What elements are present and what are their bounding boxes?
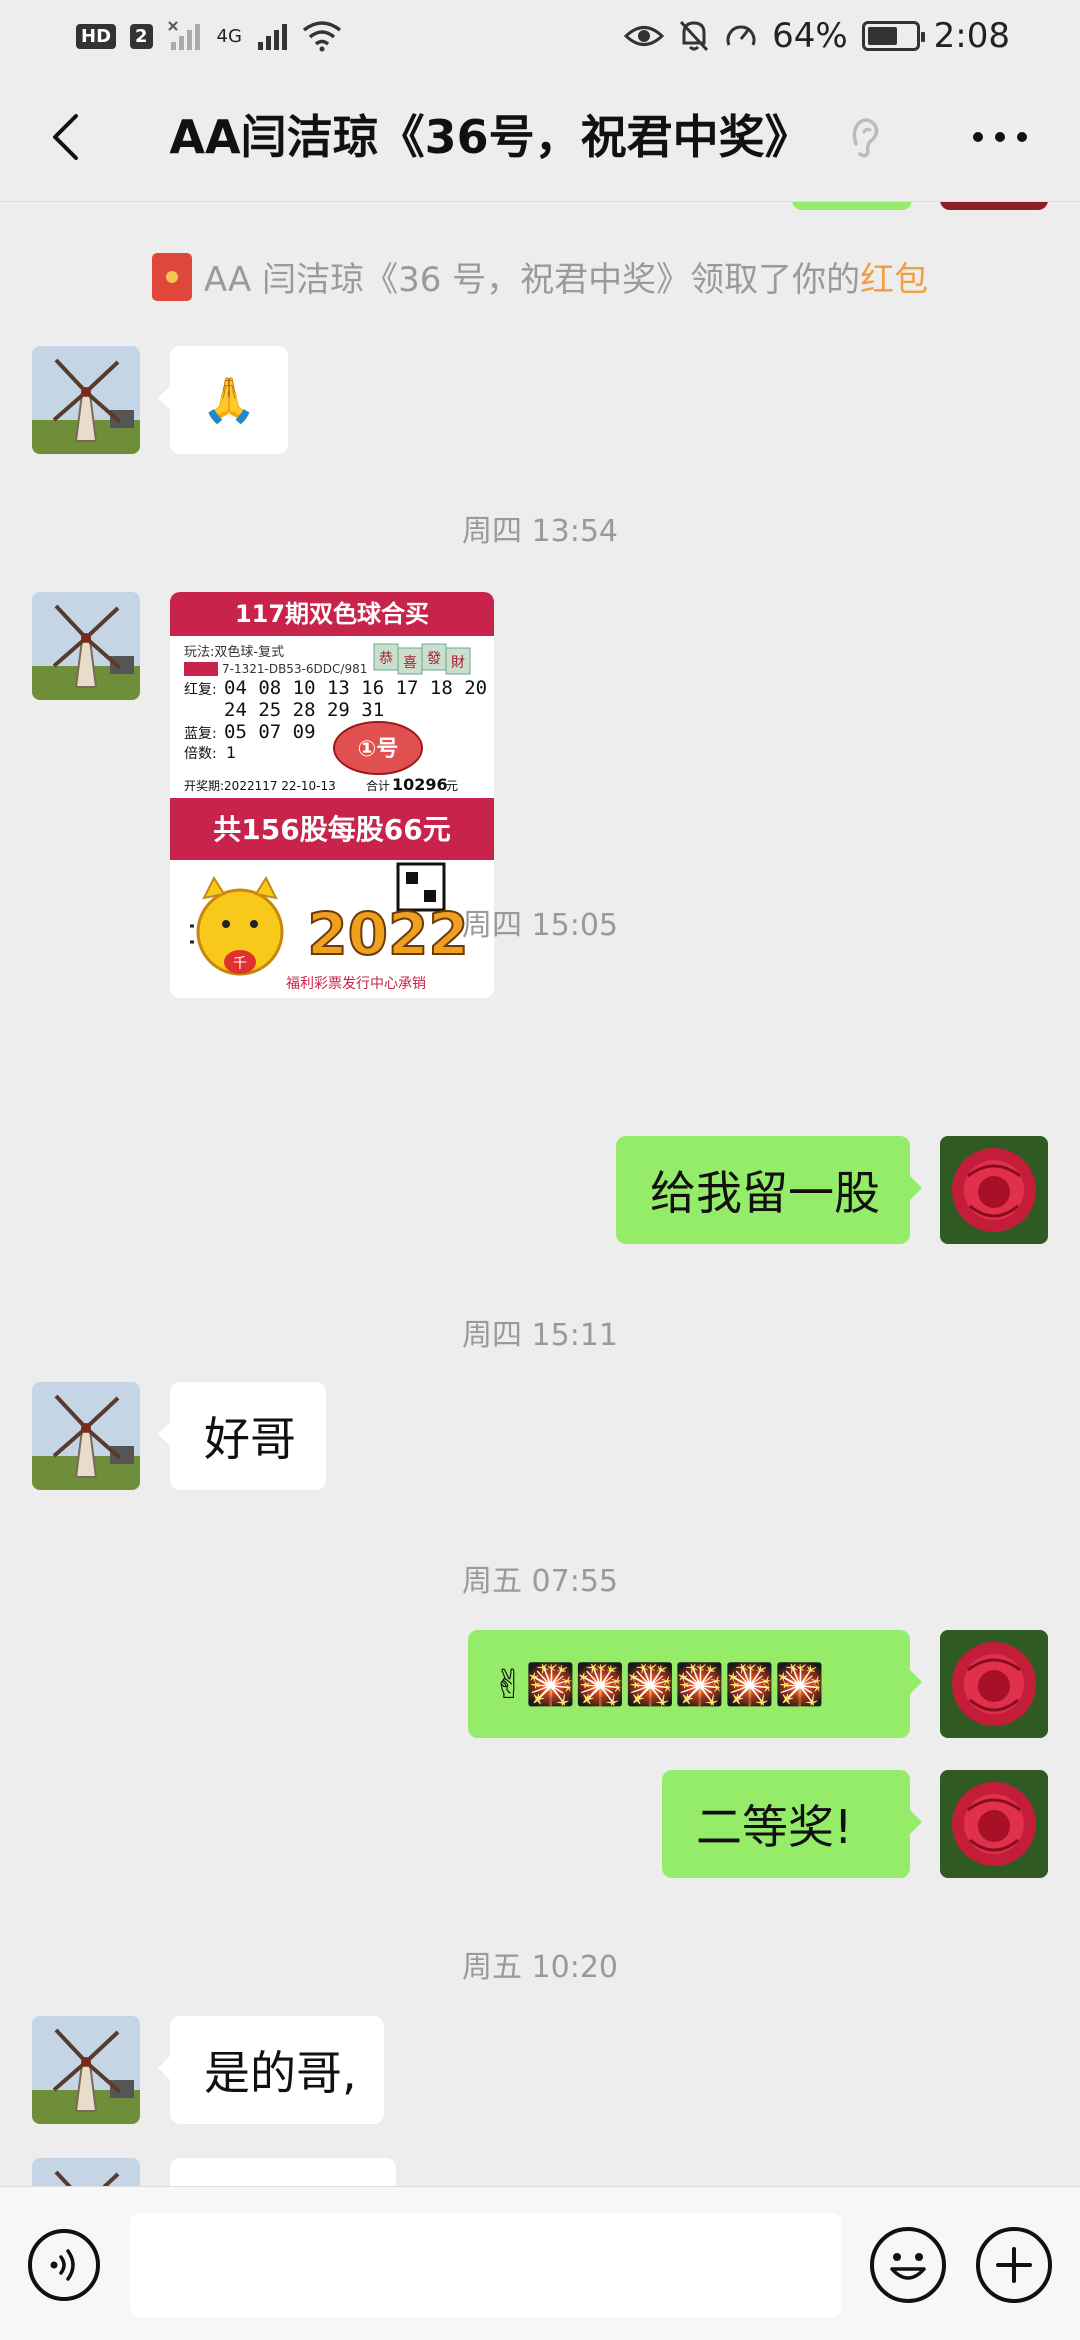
tag-2: 喜	[403, 655, 417, 671]
signal-icon	[257, 24, 287, 50]
fortune-tags: 恭 喜 發 財	[373, 643, 471, 675]
my-avatar[interactable]	[940, 1136, 1048, 1244]
contact-avatar[interactable]	[32, 346, 140, 454]
contact-avatar[interactable]	[32, 1382, 140, 1490]
timestamp: 周四 13:54	[462, 514, 618, 549]
ticket-play-type: 玩法:双色球-复式	[184, 644, 284, 660]
status-right: 64% 2:08	[624, 16, 1010, 56]
hd-badge: HD	[76, 23, 117, 49]
peony-avatar-icon	[940, 1630, 1048, 1738]
status-left: HD 2 4G	[76, 20, 342, 52]
back-button[interactable]	[30, 102, 100, 172]
hd-sim-badge: 2	[130, 23, 153, 49]
mascot-char: 千	[233, 956, 247, 972]
contact-avatar[interactable]	[32, 2016, 140, 2124]
mute-bell-icon	[679, 20, 709, 52]
battery-icon	[861, 21, 925, 51]
red-numbers-row2: 24 25 28 29 31	[224, 699, 384, 721]
input-bar	[0, 2186, 1080, 2340]
total-amount: 10296	[392, 775, 448, 794]
message-text: 二等奖!	[696, 1800, 853, 1854]
more-icon	[973, 132, 1027, 142]
windmill-avatar-icon	[32, 592, 140, 700]
red-label: 红复:	[184, 681, 217, 698]
incoming-message-bubble-partial[interactable]	[170, 2158, 396, 2186]
outgoing-emoji-bubble[interactable]: ✌🎇🎇🎇🎇🎇🎇	[468, 1630, 922, 1738]
back-arrow-icon	[53, 114, 78, 160]
plus-button[interactable]	[976, 2227, 1052, 2303]
message-text: 好哥	[204, 1412, 296, 1466]
peony-avatar-icon	[940, 1770, 1048, 1878]
previous-avatar-edge	[940, 202, 1048, 210]
network-type: 4G	[216, 25, 242, 47]
incoming-message-bubble[interactable]: 好哥	[158, 1382, 326, 1490]
ticket-serial: 7-1321-DB53-6DDC/981	[222, 662, 367, 676]
more-button[interactable]	[960, 106, 1040, 168]
tag-1: 恭	[379, 651, 393, 667]
battery-percent: 64%	[772, 16, 848, 56]
voice-icon	[50, 2249, 75, 2281]
emoji-button[interactable]	[870, 2227, 946, 2303]
peony-avatar-icon	[940, 1136, 1048, 1244]
chat-header: AA闫洁琼《36号，祝君中奖》	[0, 72, 1080, 202]
message-emoji-text: ✌🎇🎇🎇🎇🎇🎇	[492, 1661, 825, 1708]
timestamp: 周五 07:55	[462, 1564, 618, 1599]
windmill-avatar-icon	[32, 1382, 140, 1490]
wifi-icon	[302, 21, 342, 52]
ear-icon	[852, 118, 879, 158]
blue-numbers: 05 07 09	[224, 721, 316, 743]
tag-4: 財	[451, 655, 465, 671]
incoming-message-bubble[interactable]: 是的哥,	[158, 2016, 384, 2124]
multiple-label: 倍数:	[184, 746, 217, 762]
chat-title: AA闫洁琼《36号，祝君中奖》	[169, 110, 811, 164]
emoji-icon	[890, 2253, 926, 2280]
ticket-banner-mid: 共156股每股66元	[213, 813, 450, 846]
timestamp: 周四 15:11	[462, 1318, 618, 1353]
timestamp: 周五 10:20	[462, 1950, 618, 1985]
contact-avatar[interactable]	[32, 2158, 140, 2186]
speed-meter-icon	[726, 25, 756, 46]
windmill-avatar-icon	[32, 2016, 140, 2124]
red-packet-link[interactable]: 红包	[860, 260, 928, 300]
voice-button[interactable]	[28, 2229, 100, 2301]
message-text: 是的哥,	[204, 2046, 357, 2100]
ticket-footer: 福利彩票发行中心承销	[286, 976, 426, 992]
my-avatar[interactable]	[940, 1770, 1048, 1878]
multiple-value: 1	[226, 743, 236, 762]
outgoing-message-bubble[interactable]: 给我留一股	[616, 1136, 922, 1244]
timestamp: 周四 15:05	[462, 908, 618, 943]
previous-bubble-edge	[792, 202, 912, 210]
windmill-avatar-icon	[32, 346, 140, 454]
blue-label: 蓝复:	[184, 725, 217, 742]
outgoing-message-bubble[interactable]: 二等奖!	[662, 1770, 922, 1878]
total-unit: 元	[446, 779, 458, 793]
notice-text: AA 闫洁琼《36 号，祝君中奖》领取了你的	[203, 260, 861, 300]
windmill-avatar-icon	[32, 2158, 140, 2186]
total-label: 合计	[366, 778, 390, 793]
signal-x-icon	[167, 21, 200, 50]
clock: 2:08	[933, 16, 1010, 56]
red-packet-icon	[151, 252, 192, 301]
message-text: 给我留一股	[650, 1166, 880, 1220]
red-packet-notice: AA 闫洁琼《36 号，祝君中奖》领取了你的红包	[0, 252, 1080, 301]
eye-icon	[624, 26, 665, 46]
plus-icon	[996, 2247, 1032, 2283]
status-bar: HD 2 4G 64% 2:08	[0, 0, 1080, 72]
message-input[interactable]	[130, 2213, 842, 2317]
battery-fill	[867, 27, 898, 45]
red-numbers-row1: 04 08 10 13 16 17 18 20	[224, 677, 487, 699]
contact-avatar[interactable]	[32, 592, 140, 700]
tag-3: 發	[427, 651, 441, 667]
ticket-banner-top: 117期双色球合买	[235, 600, 429, 628]
draw-period: 开奖期:2022117 22-10-13	[184, 779, 336, 793]
ticket-stamp: ①号	[358, 737, 399, 762]
chat-area[interactable]: AA 闫洁琼《36 号，祝君中奖》领取了你的红包 🙏 周四 13:54 117期	[0, 202, 1080, 2186]
my-avatar[interactable]	[940, 1630, 1048, 1738]
incoming-emoji-bubble[interactable]: 🙏	[158, 346, 288, 454]
pray-emoji: 🙏	[201, 375, 257, 426]
